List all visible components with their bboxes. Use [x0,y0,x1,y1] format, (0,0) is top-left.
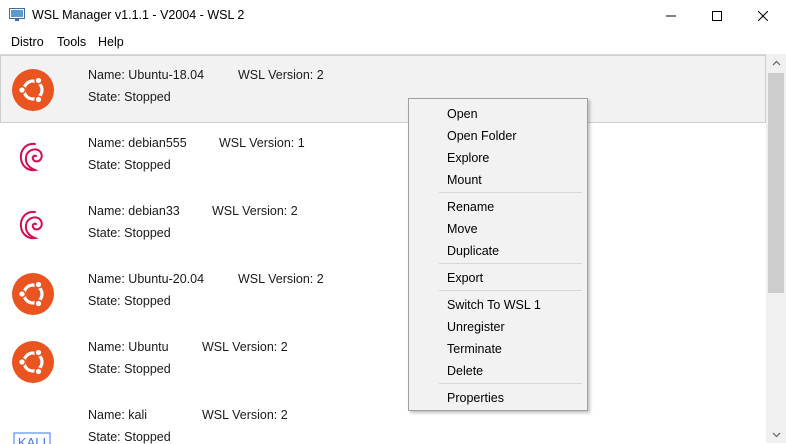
minimize-button[interactable] [648,0,694,31]
distro-name: Name: debian33 [88,204,180,218]
distro-list: Name: Ubuntu-18.04 WSL Version: 2 State:… [0,54,766,444]
ctx-open[interactable]: Open [447,107,478,121]
distro-row-debian33[interactable]: Name: debian33 WSL Version: 2 State: Sto… [0,191,766,259]
chevron-down-icon [772,432,780,437]
distro-wsl-version: WSL Version: 2 [212,204,298,218]
distro-row-kali[interactable]: KALI Name: kali WSL Version: 2 State: St… [0,395,766,444]
title-bar: WSL Manager v1.1.1 - V2004 - WSL 2 [0,0,786,31]
menu-bar: Distro Tools Help [0,31,786,53]
distro-wsl-version: WSL Version: 2 [202,408,288,422]
ubuntu-logo-icon [12,273,54,315]
distro-name: Name: debian555 [88,136,187,150]
ctx-duplicate[interactable]: Duplicate [447,244,499,258]
ctx-terminate[interactable]: Terminate [447,342,502,356]
distro-name: Name: Ubuntu [88,340,169,354]
ctx-mount[interactable]: Mount [447,173,482,187]
ctx-unregister[interactable]: Unregister [447,320,505,334]
context-menu: Open Open Folder Explore Mount Rename Mo… [408,98,588,411]
distro-wsl-version: WSL Version: 2 [238,68,324,82]
app-icon [9,8,25,21]
distro-state: State: Stopped [88,90,171,104]
debian-logo-icon [19,210,43,240]
ctx-separator [439,290,582,291]
ctx-explore[interactable]: Explore [447,151,489,165]
distro-state: State: Stopped [88,430,171,444]
chevron-up-icon [772,60,780,65]
distro-state: State: Stopped [88,226,171,240]
close-button[interactable] [740,0,786,31]
distro-name: Name: Ubuntu-18.04 [88,68,205,82]
scroll-down-button[interactable] [766,426,786,443]
minimize-icon [666,15,676,16]
maximize-icon [712,10,722,21]
distro-wsl-version: WSL Version: 2 [238,272,324,286]
ubuntu-logo-icon [12,341,54,383]
distro-state: State: Stopped [88,158,171,172]
distro-row-ubuntu[interactable]: Name: Ubuntu WSL Version: 2 State: Stopp… [0,327,766,395]
window-title: WSL Manager v1.1.1 - V2004 - WSL 2 [32,8,245,22]
scroll-thumb[interactable] [768,73,784,293]
scroll-up-button[interactable] [766,54,786,71]
ctx-open-folder[interactable]: Open Folder [447,129,516,143]
menu-distro[interactable]: Distro [11,35,44,49]
ctx-delete[interactable]: Delete [447,364,483,378]
ctx-export[interactable]: Export [447,271,483,285]
kali-logo-icon: KALI [13,432,51,444]
ctx-separator [439,263,582,264]
ctx-separator [439,383,582,384]
ctx-separator [439,192,582,193]
menu-help[interactable]: Help [98,35,124,49]
distro-row-ubuntu-20-04[interactable]: Name: Ubuntu-20.04 WSL Version: 2 State:… [0,259,766,327]
distro-name: Name: kali [88,408,148,422]
distro-wsl-version: WSL Version: 2 [202,340,288,354]
menu-tools[interactable]: Tools [57,35,86,49]
close-icon [758,10,768,21]
ctx-properties[interactable]: Properties [447,391,504,405]
distro-state: State: Stopped [88,362,171,376]
distro-wsl-version: WSL Version: 1 [219,136,305,150]
debian-logo-icon [19,142,43,172]
ubuntu-logo-icon [12,69,54,111]
distro-state: State: Stopped [88,294,171,308]
distro-row-debian555[interactable]: Name: debian555 WSL Version: 1 State: St… [0,123,766,191]
ctx-switch-to-wsl-1[interactable]: Switch To WSL 1 [447,298,541,312]
maximize-button[interactable] [694,0,740,31]
distro-name: Name: Ubuntu-20.04 [88,272,205,286]
ctx-rename[interactable]: Rename [447,200,494,214]
vertical-scrollbar[interactable] [766,54,786,443]
distro-row-ubuntu-18-04[interactable]: Name: Ubuntu-18.04 WSL Version: 2 State:… [0,55,766,123]
ctx-move[interactable]: Move [447,222,478,236]
